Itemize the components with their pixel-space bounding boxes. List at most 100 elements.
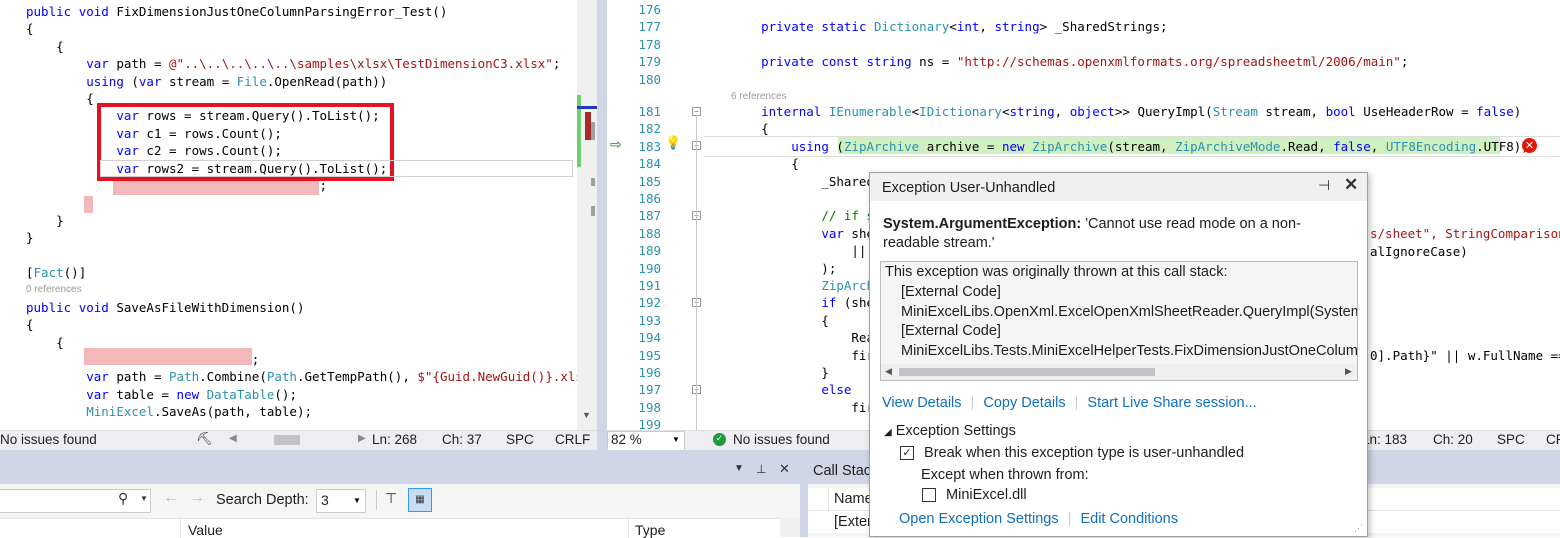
code-line[interactable]: || — [731, 242, 866, 260]
code-line[interactable]: else — [731, 381, 851, 399]
back-arrow-icon[interactable]: ← — [163, 489, 179, 507]
outline-guide — [696, 115, 697, 430]
resize-grip-icon[interactable]: ⋰ — [1354, 523, 1363, 534]
code-line[interactable]: _Shared — [731, 173, 874, 191]
popup-close-icon[interactable]: ✕ — [1344, 175, 1358, 195]
code-line[interactable]: var path = Path.Combine(Path.GetTempPath… — [26, 368, 577, 386]
stack-frame[interactable]: MiniExcelLibs.Tests.MiniExcelHelperTests… — [901, 343, 1357, 359]
code-line[interactable]: 0 references — [26, 279, 82, 297]
error-icon[interactable]: ✕ — [1522, 138, 1537, 153]
code-line[interactable]: { — [26, 334, 64, 352]
forward-arrow-icon[interactable]: → — [189, 489, 205, 507]
left-crlf[interactable]: CRLF — [555, 432, 590, 447]
break-checkbox[interactable]: ✓ — [900, 446, 914, 461]
code-line[interactable]: } — [26, 212, 64, 230]
edit-conditions-link[interactable]: Edit Conditions — [1080, 511, 1178, 527]
code-line[interactable]: fir — [731, 347, 874, 365]
code-line[interactable]: MiniExcel.SaveAs(path, table); — [26, 403, 312, 421]
code-line[interactable]: public void FixDimensionJustOneColumnPar… — [26, 3, 447, 21]
zoom-select[interactable]: 82 % ▼ — [607, 431, 685, 451]
dll-checkbox[interactable] — [922, 488, 936, 503]
right-issues-text[interactable]: No issues found — [733, 432, 830, 447]
code-line[interactable]: ZipArch — [731, 277, 874, 295]
code-line[interactable]: 6 references — [731, 86, 787, 104]
collapse-triangle-icon[interactable]: ◢ — [884, 427, 892, 438]
nav-left-icon[interactable]: ◀ — [229, 433, 237, 444]
popup-pin-icon[interactable]: ⊣ — [1318, 177, 1330, 194]
scroll-thumb[interactable] — [582, 0, 592, 410]
stack-frame[interactable]: [External Code] — [901, 284, 1001, 300]
code-line[interactable]: } — [731, 364, 829, 382]
cs-col-name[interactable]: Name — [834, 491, 873, 507]
break-checkbox-row[interactable]: ✓ Break when this exception type is user… — [900, 445, 1244, 461]
right-spc[interactable]: SPC — [1497, 432, 1525, 447]
nav-right-icon[interactable]: ▶ — [358, 433, 366, 444]
code-line[interactable]: public void SaveAsFileWithDimension() — [26, 299, 304, 317]
code-line[interactable]: ); — [731, 260, 836, 278]
code-line[interactable]: Rea — [731, 329, 874, 347]
code-line[interactable]: { — [26, 20, 34, 38]
copy-details-link[interactable]: Copy Details — [983, 395, 1065, 411]
exception-popup[interactable]: Exception User-Unhandled ⊣ ✕ System.Argu… — [869, 172, 1368, 537]
brush-icon[interactable]: ⛏ — [196, 431, 213, 447]
hex-toggle-icon[interactable]: ▦ — [408, 488, 432, 512]
pin-icon[interactable]: ⊥ — [756, 462, 766, 476]
scroll-down-arrow[interactable]: ▼ — [582, 410, 591, 420]
search-icon[interactable]: ⚲ — [118, 490, 128, 507]
stack-scroll-left-icon[interactable]: ◀ — [885, 366, 892, 377]
code-line[interactable]: if (she — [731, 294, 874, 312]
col-type-header[interactable]: Type — [635, 522, 665, 538]
code-line[interactable]: { — [731, 155, 799, 173]
filter-pin-icon[interactable]: ⊤ — [385, 490, 397, 507]
code-line[interactable]: private const string ns = "http://schema… — [731, 53, 1408, 71]
col-divider-2[interactable] — [628, 519, 629, 538]
left-editor[interactable]: public void FixDimensionJustOneColumnPar… — [0, 0, 577, 430]
check-icon[interactable]: ✓ — [713, 433, 726, 446]
search-depth-select[interactable]: 3 ▼ — [316, 489, 366, 513]
code-line[interactable]: } — [26, 229, 34, 247]
code-line[interactable]: { — [26, 38, 64, 56]
code-line[interactable]: { — [26, 90, 94, 108]
col-divider-1[interactable] — [180, 519, 181, 538]
stack-scroll-right-icon[interactable]: ▶ — [1345, 366, 1352, 377]
dll-checkbox-row[interactable]: MiniExcel.dll — [922, 487, 1027, 503]
code-line[interactable]: fir — [731, 399, 874, 417]
code-line[interactable]: private static Dictionary<int, string> _… — [731, 18, 1167, 36]
left-code-area[interactable]: public void FixDimensionJustOneColumnPar… — [26, 3, 577, 430]
locals-panel[interactable]: ▼ ⊥ ✕ ⚲ ▼ ← → Search Depth: 3 ▼ ⊤ ▦ Valu… — [0, 458, 800, 538]
stack-frame[interactable]: [External Code] — [901, 323, 1001, 339]
code-line[interactable]: internal IEnumerable<IDictionary<string,… — [731, 103, 1521, 121]
hscroll-thumb[interactable] — [274, 435, 300, 445]
stack-hscroll[interactable]: ◀ ▶ — [881, 364, 1357, 380]
locals-vscroll[interactable] — [780, 518, 800, 537]
stack-box[interactable]: This exception was originally thrown at … — [880, 261, 1358, 381]
code-line[interactable]: var path = @"..\..\..\..\..\samples\xlsx… — [26, 55, 560, 73]
code-line[interactable]: using (ZipArchive archive = new ZipArchi… — [731, 138, 1529, 156]
open-exception-settings-link[interactable]: Open Exception Settings — [899, 511, 1059, 527]
code-line[interactable]: // if s — [731, 207, 874, 225]
code-line[interactable]: { — [26, 316, 34, 334]
dropdown-arrow-icon[interactable]: ▼ — [734, 463, 744, 474]
view-details-link[interactable]: View Details — [882, 395, 962, 411]
left-spc[interactable]: SPC — [506, 432, 534, 447]
right-crlf[interactable]: CR — [1546, 432, 1560, 447]
scroll-marker-blue — [577, 106, 597, 109]
stack-scroll-thumb[interactable] — [899, 368, 1155, 376]
code-line[interactable]: { — [731, 120, 769, 138]
close-panel-icon[interactable]: ✕ — [779, 461, 790, 477]
code-line[interactable]: var table = new DataTable(); — [26, 386, 297, 404]
left-issues-text[interactable]: No issues found — [0, 432, 97, 447]
code-line[interactable]: { — [731, 312, 829, 330]
stack-frame[interactable]: MiniExcelLibs.OpenXml.ExcelOpenXmlSheetR… — [901, 304, 1357, 320]
live-share-link[interactable]: Start Live Share session... — [1087, 395, 1256, 411]
editor-splitter[interactable] — [597, 0, 607, 450]
left-scrollbar[interactable]: ▼ — [577, 0, 597, 430]
locals-search-input[interactable] — [0, 489, 151, 513]
col-value-header[interactable]: Value — [188, 522, 223, 538]
panel-splitter[interactable] — [800, 458, 808, 537]
cs-col-divider[interactable] — [828, 488, 829, 510]
lightbulb-icon[interactable]: 💡 — [665, 135, 681, 151]
search-dropdown-icon[interactable]: ▼ — [140, 494, 148, 503]
code-line[interactable]: var she — [731, 225, 874, 243]
code-line[interactable]: using (var stream = File.OpenRead(path)) — [26, 73, 387, 91]
